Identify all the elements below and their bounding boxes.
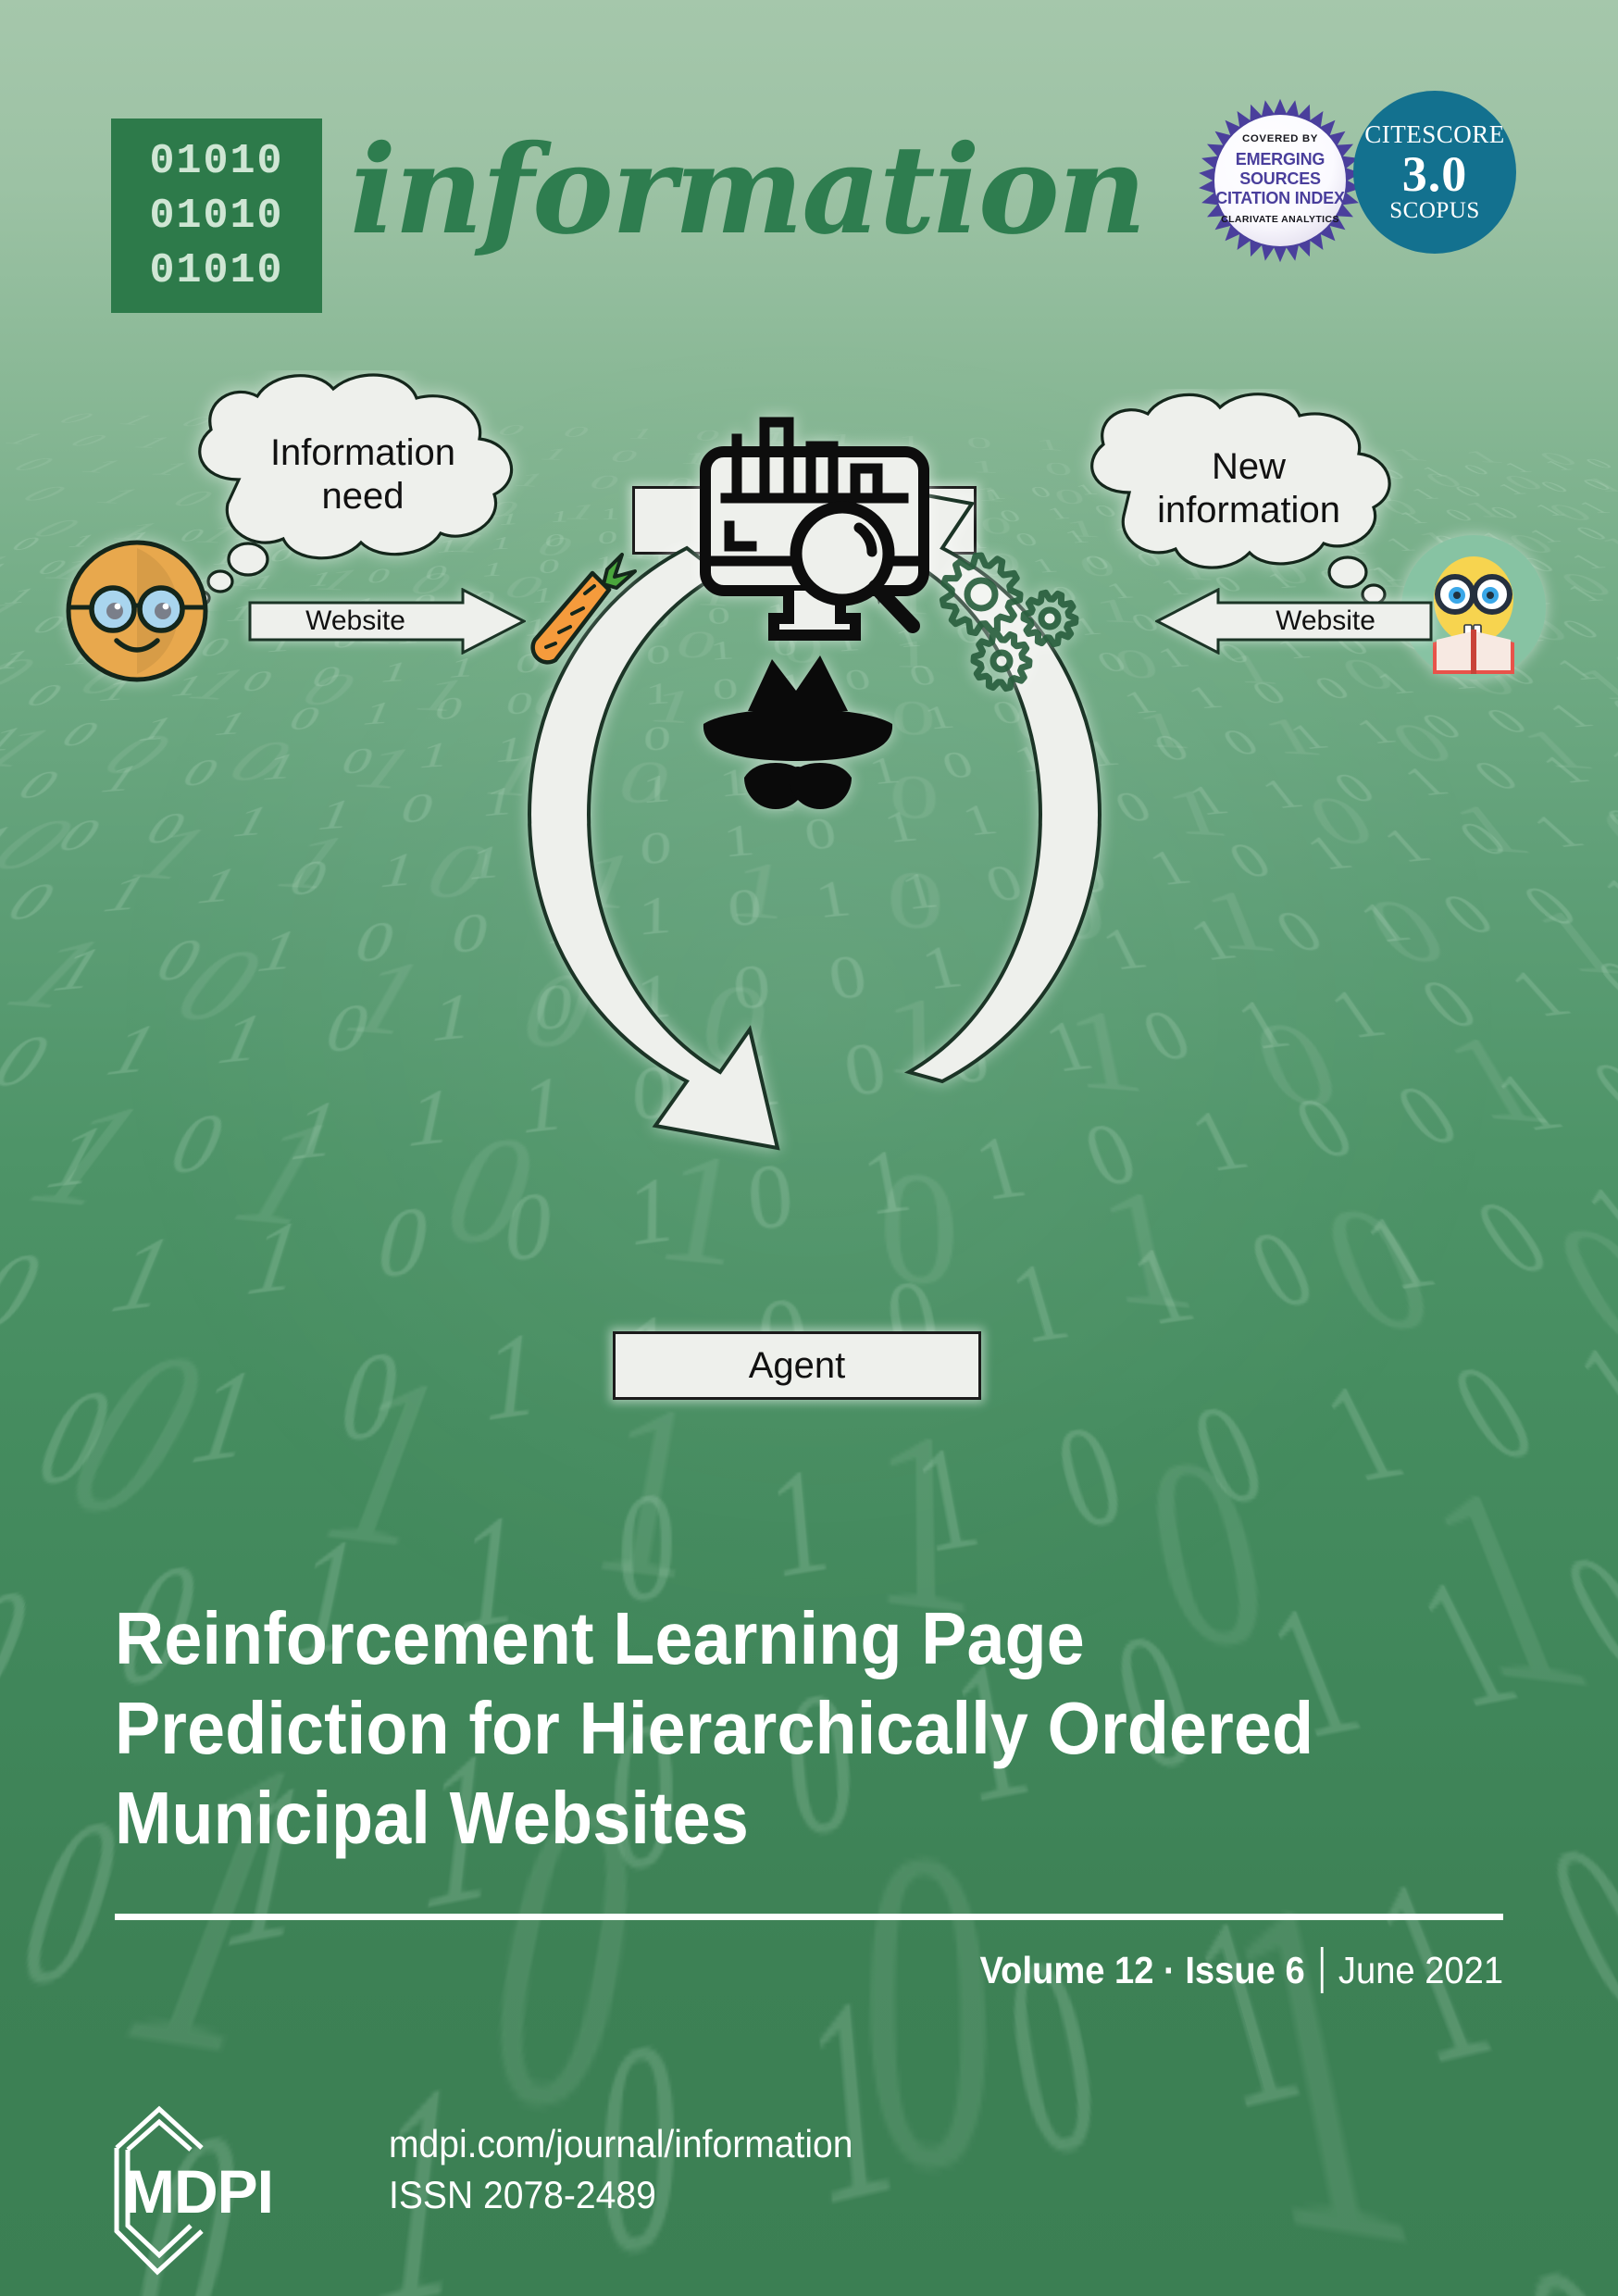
journal-name: information <box>350 119 1147 262</box>
journal-logo-mark: 01010 01010 01010 <box>111 119 322 313</box>
volume-issue-line: Volume 12 · Issue 6 June 2021 <box>980 1947 1503 1993</box>
carrot-icon <box>518 542 639 690</box>
citescore-label: CITESCORE <box>1364 119 1505 148</box>
esci-covered-by: COVERED BY <box>1241 133 1319 144</box>
cover-title-line-3: Municipal Websites <box>115 1776 749 1859</box>
agent-label-box: Agent <box>613 1331 981 1400</box>
mdpi-wordmark: MDPI <box>124 2157 273 2226</box>
esci-line-2: SOURCES <box>1239 168 1321 188</box>
logo-binary-row-1: 01010 <box>149 137 284 185</box>
masthead: 01010 01010 01010 information COVERED BY <box>0 0 1618 313</box>
citescore-source: SCOPUS <box>1389 198 1480 224</box>
gears-icon <box>935 546 1092 694</box>
cloud-left-line-1: Information <box>269 431 456 473</box>
cover-title-line-1: Reinforcement Learning Page <box>115 1597 1085 1679</box>
esci-provider: CLARIVATE ANALYTICS <box>1221 214 1339 226</box>
esci-line-1: EMERGING <box>1235 149 1326 168</box>
cloud-left-line-2: need <box>321 476 404 517</box>
monitor-analytics-search-icon <box>685 398 944 657</box>
separator-bar <box>1320 1947 1324 1993</box>
logo-binary-row-3: 01010 <box>149 246 284 294</box>
logo-binary-row-2: 01010 <box>149 192 284 240</box>
incognito-spy-icon <box>663 644 931 830</box>
journal-issn: ISSN 2078-2489 <box>389 2173 656 2217</box>
agent-label-text: Agent <box>748 1344 846 1386</box>
journal-cover: 0 1 0 1 1 0 1 0 0 1 0 1 1 1 0 1 0 0 1 0 … <box>0 0 1618 2296</box>
footer-info: mdpi.com/journal/information ISSN 2078-2… <box>389 2118 853 2221</box>
esci-line-3: CITATION INDEX <box>1215 189 1345 208</box>
journal-url: mdpi.com/journal/information <box>389 2122 853 2165</box>
cloud-right-line-2: information <box>1157 490 1340 530</box>
rl-cycle-diagram: Environment Agent Information need <box>0 373 1618 1491</box>
volume-issue-text: Volume 12 · Issue 6 <box>979 1948 1305 1991</box>
website-arrow-left-label: Website <box>305 605 405 636</box>
esci-badge: COVERED BY EMERGING SOURCES CITATION IND… <box>1196 96 1364 265</box>
cloud-right-line-1: New <box>1211 445 1287 487</box>
horizontal-rule <box>115 1914 1503 1920</box>
mdpi-logo: MDPI <box>113 2103 291 2276</box>
citescore-value: 3.0 <box>1401 145 1468 202</box>
cover-title-line-2: Prediction for Hierarchically Ordered <box>115 1686 1314 1769</box>
website-arrow-right-label: Website <box>1276 605 1375 636</box>
cover-article-title: Reinforcement Learning Page Prediction f… <box>115 1594 1409 1863</box>
issue-date-text: June 2021 <box>1338 1948 1503 1991</box>
citescore-badge: CITESCORE 3.0 SCOPUS <box>1353 91 1516 254</box>
user-avatar <box>63 537 211 685</box>
